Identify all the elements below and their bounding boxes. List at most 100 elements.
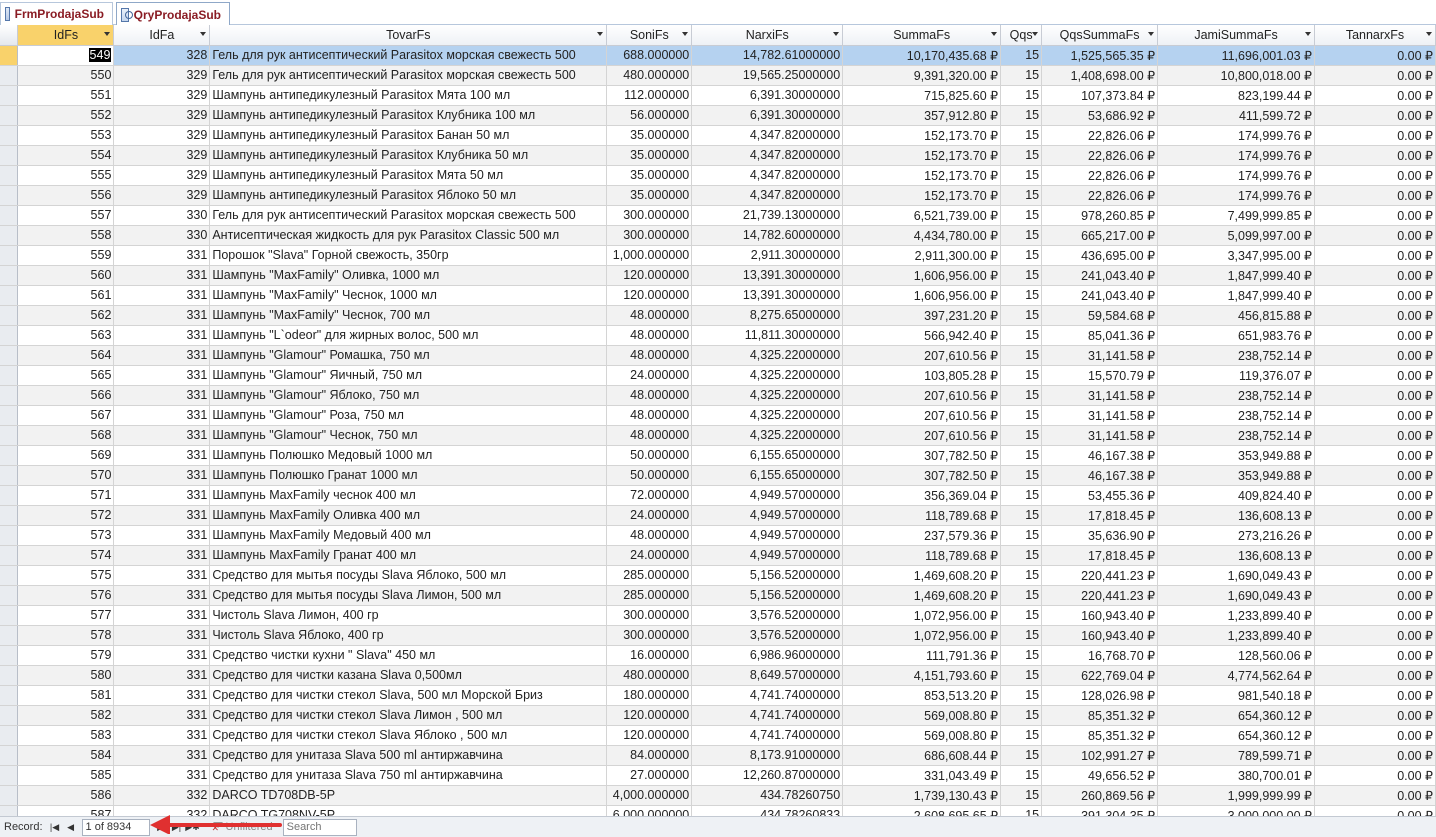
cell-qqssummafs[interactable]: 49,656.52 ₽	[1041, 765, 1159, 786]
first-record-button[interactable]: |◀	[47, 819, 63, 835]
cell-qqs[interactable]: 15	[1000, 65, 1043, 86]
cell-summafs[interactable]: 566,942.40 ₽	[842, 325, 1002, 346]
cell-narxifs[interactable]: 4,325.22000000	[691, 385, 844, 406]
cell-qqs[interactable]: 15	[1000, 125, 1043, 146]
cell-jamisummafs[interactable]: 654,360.12 ₽	[1157, 725, 1315, 746]
cell-sonifs[interactable]: 24.000000	[606, 365, 693, 386]
cell-idfs[interactable]: 557	[17, 205, 115, 226]
table-row[interactable]: 551 329 Шампунь антипедикулезный Parasitox…	[0, 85, 1436, 106]
cell-qqssummafs[interactable]: 31,141.58 ₽	[1041, 345, 1159, 366]
cell-qqssummafs[interactable]: 15,570.79 ₽	[1041, 365, 1159, 386]
cell-idfa[interactable]: 331	[113, 525, 211, 546]
cell-qqssummafs[interactable]: 391,304.35 ₽	[1041, 805, 1159, 816]
cell-narxifs[interactable]: 5,156.52000000	[691, 585, 844, 606]
dropdown-arrow-icon[interactable]	[833, 32, 840, 36]
cell-summafs[interactable]: 397,231.20 ₽	[842, 305, 1002, 326]
cell-jamisummafs[interactable]: 409,824.40 ₽	[1157, 485, 1315, 506]
cell-jamisummafs[interactable]: 1,690,049.43 ₽	[1157, 585, 1315, 606]
cell-jamisummafs[interactable]: 380,700.01 ₽	[1157, 765, 1315, 786]
cell-summafs[interactable]: 207,610.56 ₽	[842, 345, 1002, 366]
cell-idfs[interactable]: 549	[17, 45, 115, 66]
previous-record-button[interactable]: ◀	[63, 819, 79, 835]
cell-tovarfs[interactable]: Средство для мытья посуды Slava Яблоко, …	[209, 565, 608, 586]
cell-tannarxfs[interactable]: 0.00 ₽	[1314, 745, 1436, 766]
cell-qqssummafs[interactable]: 978,260.85 ₽	[1041, 205, 1159, 226]
cell-idfa[interactable]: 331	[113, 665, 211, 686]
cell-sonifs[interactable]: 35.000000	[606, 165, 693, 186]
row-selector[interactable]	[0, 145, 19, 166]
cell-summafs[interactable]: 1,072,956.00 ₽	[842, 625, 1002, 646]
cell-jamisummafs[interactable]: 353,949.88 ₽	[1157, 465, 1315, 486]
cell-sonifs[interactable]: 120.000000	[606, 705, 693, 726]
cell-idfa[interactable]: 331	[113, 685, 211, 706]
cell-idfs[interactable]: 586	[17, 785, 115, 806]
cell-qqs[interactable]: 15	[1000, 645, 1043, 666]
cell-qqssummafs[interactable]: 85,351.32 ₽	[1041, 725, 1159, 746]
cell-narxifs[interactable]: 4,347.82000000	[691, 125, 844, 146]
cell-idfs[interactable]: 561	[17, 285, 115, 306]
cell-qqs[interactable]: 15	[1000, 565, 1043, 586]
row-selector[interactable]	[0, 505, 19, 526]
cell-summafs[interactable]: 118,789.68 ₽	[842, 545, 1002, 566]
cell-tannarxfs[interactable]: 0.00 ₽	[1314, 485, 1436, 506]
cell-idfs[interactable]: 567	[17, 405, 115, 426]
row-selector[interactable]	[0, 645, 19, 666]
cell-tovarfs[interactable]: Шампунь "Glamour" Яблоко, 750 мл	[209, 385, 608, 406]
cell-qqs[interactable]: 15	[1000, 325, 1043, 346]
cell-narxifs[interactable]: 13,391.30000000	[691, 265, 844, 286]
cell-idfs[interactable]: 579	[17, 645, 115, 666]
cell-narxifs[interactable]: 3,576.52000000	[691, 625, 844, 646]
cell-jamisummafs[interactable]: 174,999.76 ₽	[1157, 185, 1315, 206]
cell-tannarxfs[interactable]: 0.00 ₽	[1314, 265, 1436, 286]
cell-idfs[interactable]: 582	[17, 705, 115, 726]
cell-idfa[interactable]: 330	[113, 225, 211, 246]
cell-narxifs[interactable]: 4,949.57000000	[691, 545, 844, 566]
cell-qqs[interactable]: 15	[1000, 445, 1043, 466]
cell-qqs[interactable]: 15	[1000, 545, 1043, 566]
dropdown-arrow-icon[interactable]	[682, 32, 689, 36]
row-selector[interactable]	[0, 545, 19, 566]
dropdown-arrow-icon[interactable]	[1305, 32, 1311, 36]
table-row[interactable]: 566 331 Шампунь "Glamour" Яблоко, 750 мл 48…	[0, 385, 1436, 406]
cell-tannarxfs[interactable]: 0.00 ₽	[1314, 365, 1436, 386]
cell-jamisummafs[interactable]: 238,752.14 ₽	[1157, 405, 1315, 426]
row-selector[interactable]	[0, 765, 19, 786]
cell-idfa[interactable]: 331	[113, 345, 211, 366]
table-row[interactable]: 578 331 Чистоль Slava Яблоко, 400 гр 300.00…	[0, 625, 1436, 646]
cell-qqs[interactable]: 15	[1000, 385, 1043, 406]
cell-jamisummafs[interactable]: 1,233,899.40 ₽	[1157, 625, 1315, 646]
table-row[interactable]: 575 331 Средство для мытья посуды Slava Яб…	[0, 565, 1436, 586]
cell-qqssummafs[interactable]: 22,826.06 ₽	[1041, 125, 1159, 146]
table-row[interactable]: 572 331 Шампунь MaxFamily Оливка 400 мл 24.…	[0, 505, 1436, 526]
cell-idfa[interactable]: 328	[113, 45, 211, 66]
cell-idfs[interactable]: 578	[17, 625, 115, 646]
cell-narxifs[interactable]: 434.78260750	[691, 785, 844, 806]
row-selector[interactable]	[0, 745, 19, 766]
cell-qqs[interactable]: 15	[1000, 185, 1043, 206]
row-selector[interactable]	[0, 125, 19, 146]
row-selector[interactable]	[0, 45, 19, 66]
table-row[interactable]: 573 331 Шампунь MaxFamily Медовый 400 мл 48…	[0, 525, 1436, 546]
cell-summafs[interactable]: 6,521,739.00 ₽	[842, 205, 1002, 226]
cell-qqs[interactable]: 15	[1000, 745, 1043, 766]
cell-idfa[interactable]: 331	[113, 725, 211, 746]
cell-narxifs[interactable]: 4,325.22000000	[691, 365, 844, 386]
cell-idfa[interactable]: 331	[113, 285, 211, 306]
cell-qqssummafs[interactable]: 220,441.23 ₽	[1041, 565, 1159, 586]
cell-summafs[interactable]: 331,043.49 ₽	[842, 765, 1002, 786]
cell-tovarfs[interactable]: Шампунь Полюшко Гранат 1000 мл	[209, 465, 608, 486]
cell-jamisummafs[interactable]: 4,774,562.64 ₽	[1157, 665, 1315, 686]
column-header-narxifs[interactable]: NarxiFs	[691, 25, 844, 46]
cell-tannarxfs[interactable]: 0.00 ₽	[1314, 425, 1436, 446]
row-selector[interactable]	[0, 305, 19, 326]
cell-idfs[interactable]: 568	[17, 425, 115, 446]
cell-sonifs[interactable]: 48.000000	[606, 525, 693, 546]
cell-qqssummafs[interactable]: 22,826.06 ₽	[1041, 185, 1159, 206]
row-selector[interactable]	[0, 245, 19, 266]
cell-idfs[interactable]: 565	[17, 365, 115, 386]
cell-idfa[interactable]: 331	[113, 445, 211, 466]
cell-tovarfs[interactable]: Шампунь MaxFamily чеснок 400 мл	[209, 485, 608, 506]
cell-qqs[interactable]: 15	[1000, 285, 1043, 306]
cell-tovarfs[interactable]: Средство для унитаза Slava 750 ml антирж…	[209, 765, 608, 786]
cell-sonifs[interactable]: 27.000000	[606, 765, 693, 786]
